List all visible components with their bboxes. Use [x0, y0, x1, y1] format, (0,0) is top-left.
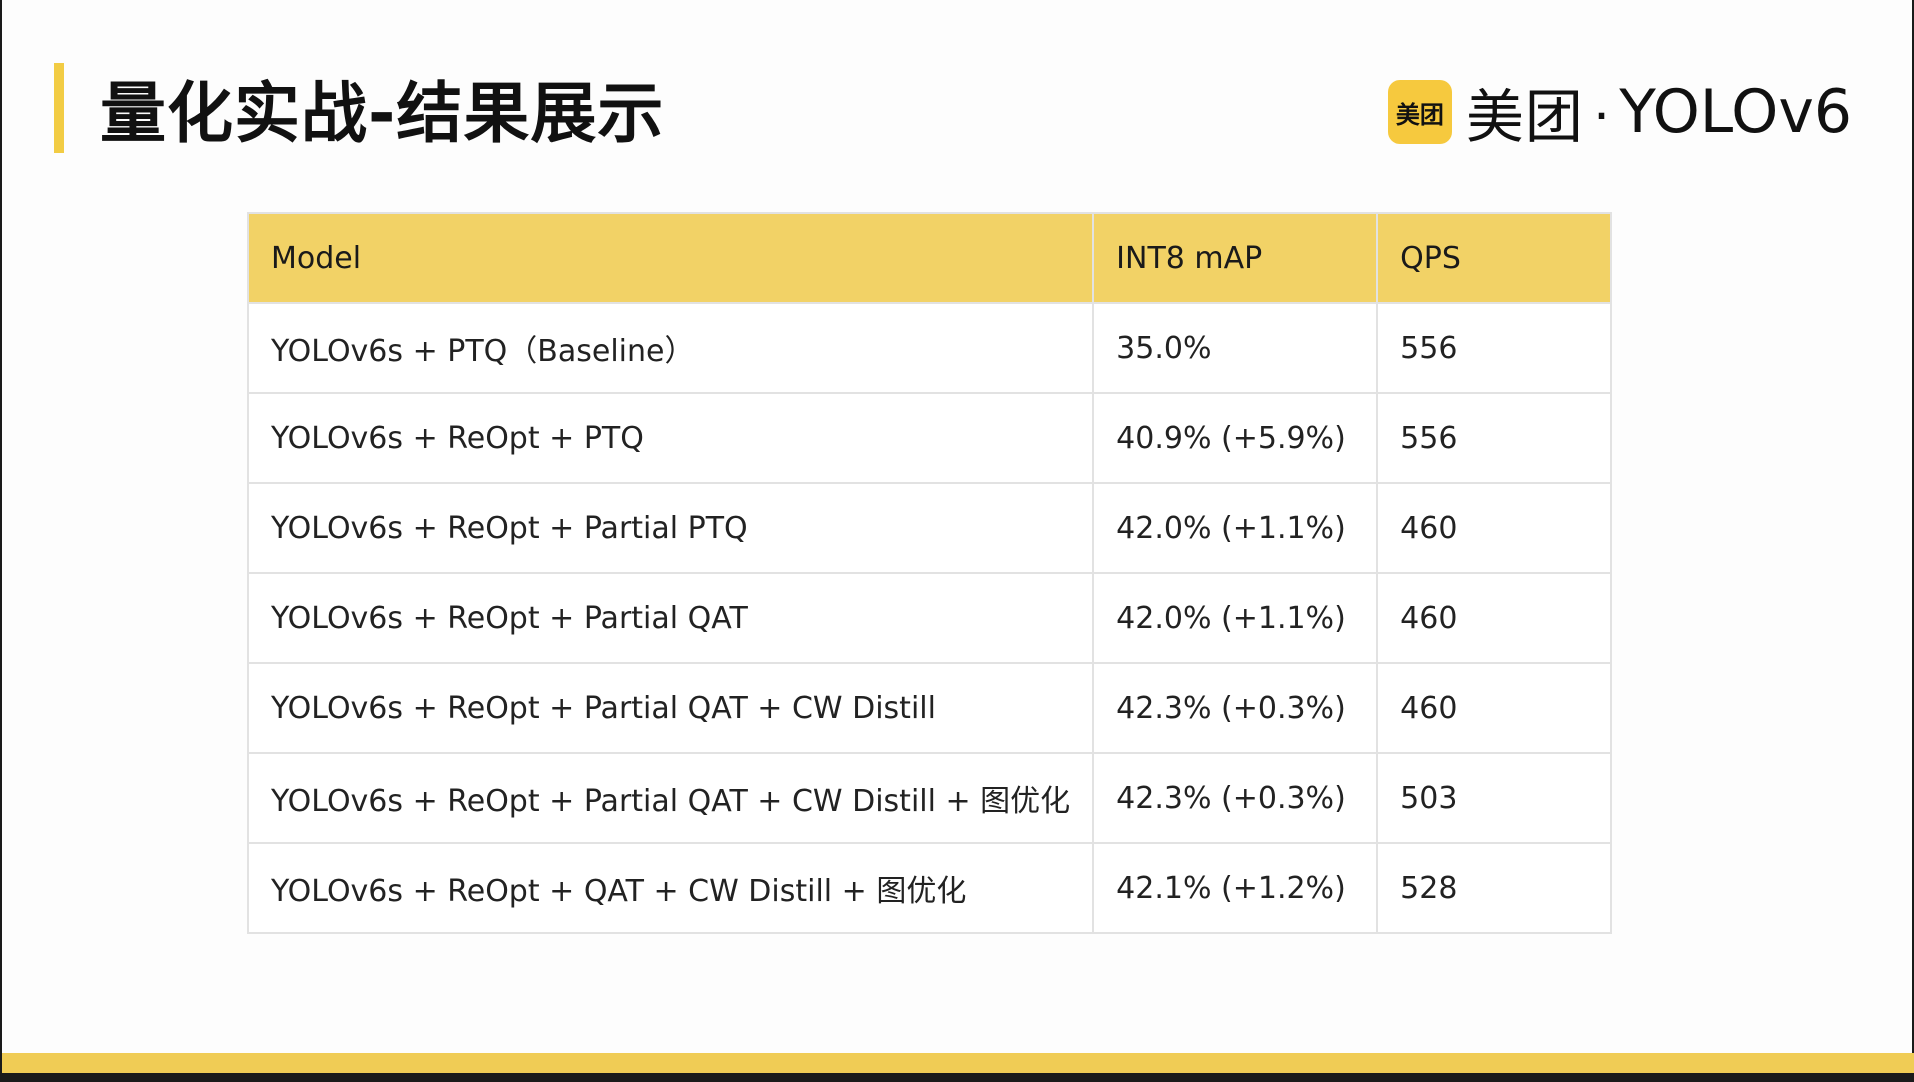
cell-int8-map: 40.9% (+5.9%)	[1092, 392, 1379, 484]
cell-int8-map: 42.0% (+1.1%)	[1092, 482, 1379, 574]
bottom-accent-band	[2, 1053, 1914, 1073]
page-title: 量化实战-结果展示	[100, 75, 665, 152]
title-accent-bar	[54, 63, 64, 153]
header-int8-map: INT8 mAP	[1092, 212, 1379, 304]
cell-qps: 528	[1376, 842, 1613, 934]
cell-qps: 460	[1376, 662, 1613, 754]
meituan-logo-icon: 美团	[1387, 80, 1452, 144]
brand-product: YOLOv6	[1619, 77, 1852, 147]
cell-qps: 556	[1376, 302, 1613, 394]
cell-qps: 556	[1376, 392, 1613, 484]
header-qps: QPS	[1376, 212, 1613, 304]
cell-model: YOLOv6s + ReOpt + Partial QAT + CW Disti…	[246, 752, 1095, 844]
cell-model: YOLOv6s + PTQ（Baseline）	[246, 302, 1095, 394]
cell-model: YOLOv6s + ReOpt + PTQ	[246, 392, 1095, 484]
results-table: Model INT8 mAP QPS YOLOv6s + PTQ（Baselin…	[246, 212, 1613, 934]
table-row: YOLOv6s + ReOpt + Partial QAT + CW Disti…	[246, 752, 1613, 844]
cell-int8-map: 42.3% (+0.3%)	[1092, 752, 1379, 844]
cell-qps: 460	[1376, 482, 1613, 574]
header-model: Model	[246, 212, 1095, 304]
table-row: YOLOv6s + ReOpt + PTQ 40.9% (+5.9%) 556	[246, 392, 1613, 484]
table-row: YOLOv6s + ReOpt + Partial QAT + CW Disti…	[246, 662, 1613, 754]
table-row: YOLOv6s + PTQ（Baseline） 35.0% 556	[246, 302, 1613, 394]
cell-int8-map: 42.3% (+0.3%)	[1092, 662, 1379, 754]
cell-int8-map: 42.0% (+1.1%)	[1092, 572, 1379, 664]
slide: 量化实战-结果展示 美团 美团 · YOLOv6 Model INT8 mAP …	[0, 0, 1914, 1082]
cell-model: YOLOv6s + ReOpt + Partial QAT	[246, 572, 1095, 664]
table-row: YOLOv6s + ReOpt + QAT + CW Distill + 图优化…	[246, 842, 1613, 934]
brand: 美团 美团 · YOLOv6	[1387, 70, 1852, 154]
table-row: YOLOv6s + ReOpt + Partial PTQ 42.0% (+1.…	[246, 482, 1613, 574]
bottom-dark-strip	[2, 1073, 1914, 1082]
cell-qps: 460	[1376, 572, 1613, 664]
cell-model: YOLOv6s + ReOpt + Partial PTQ	[246, 482, 1095, 574]
cell-model: YOLOv6s + ReOpt + QAT + CW Distill + 图优化	[246, 842, 1095, 934]
brand-name: 美团	[1465, 83, 1584, 151]
cell-int8-map: 35.0%	[1092, 302, 1379, 394]
table-header-row: Model INT8 mAP QPS	[246, 212, 1613, 304]
cell-qps: 503	[1376, 752, 1613, 844]
brand-separator: ·	[1591, 79, 1612, 145]
cell-int8-map: 42.1% (+1.2%)	[1092, 842, 1379, 934]
cell-model: YOLOv6s + ReOpt + Partial QAT + CW Disti…	[246, 662, 1095, 754]
table-row: YOLOv6s + ReOpt + Partial QAT 42.0% (+1.…	[246, 572, 1613, 664]
